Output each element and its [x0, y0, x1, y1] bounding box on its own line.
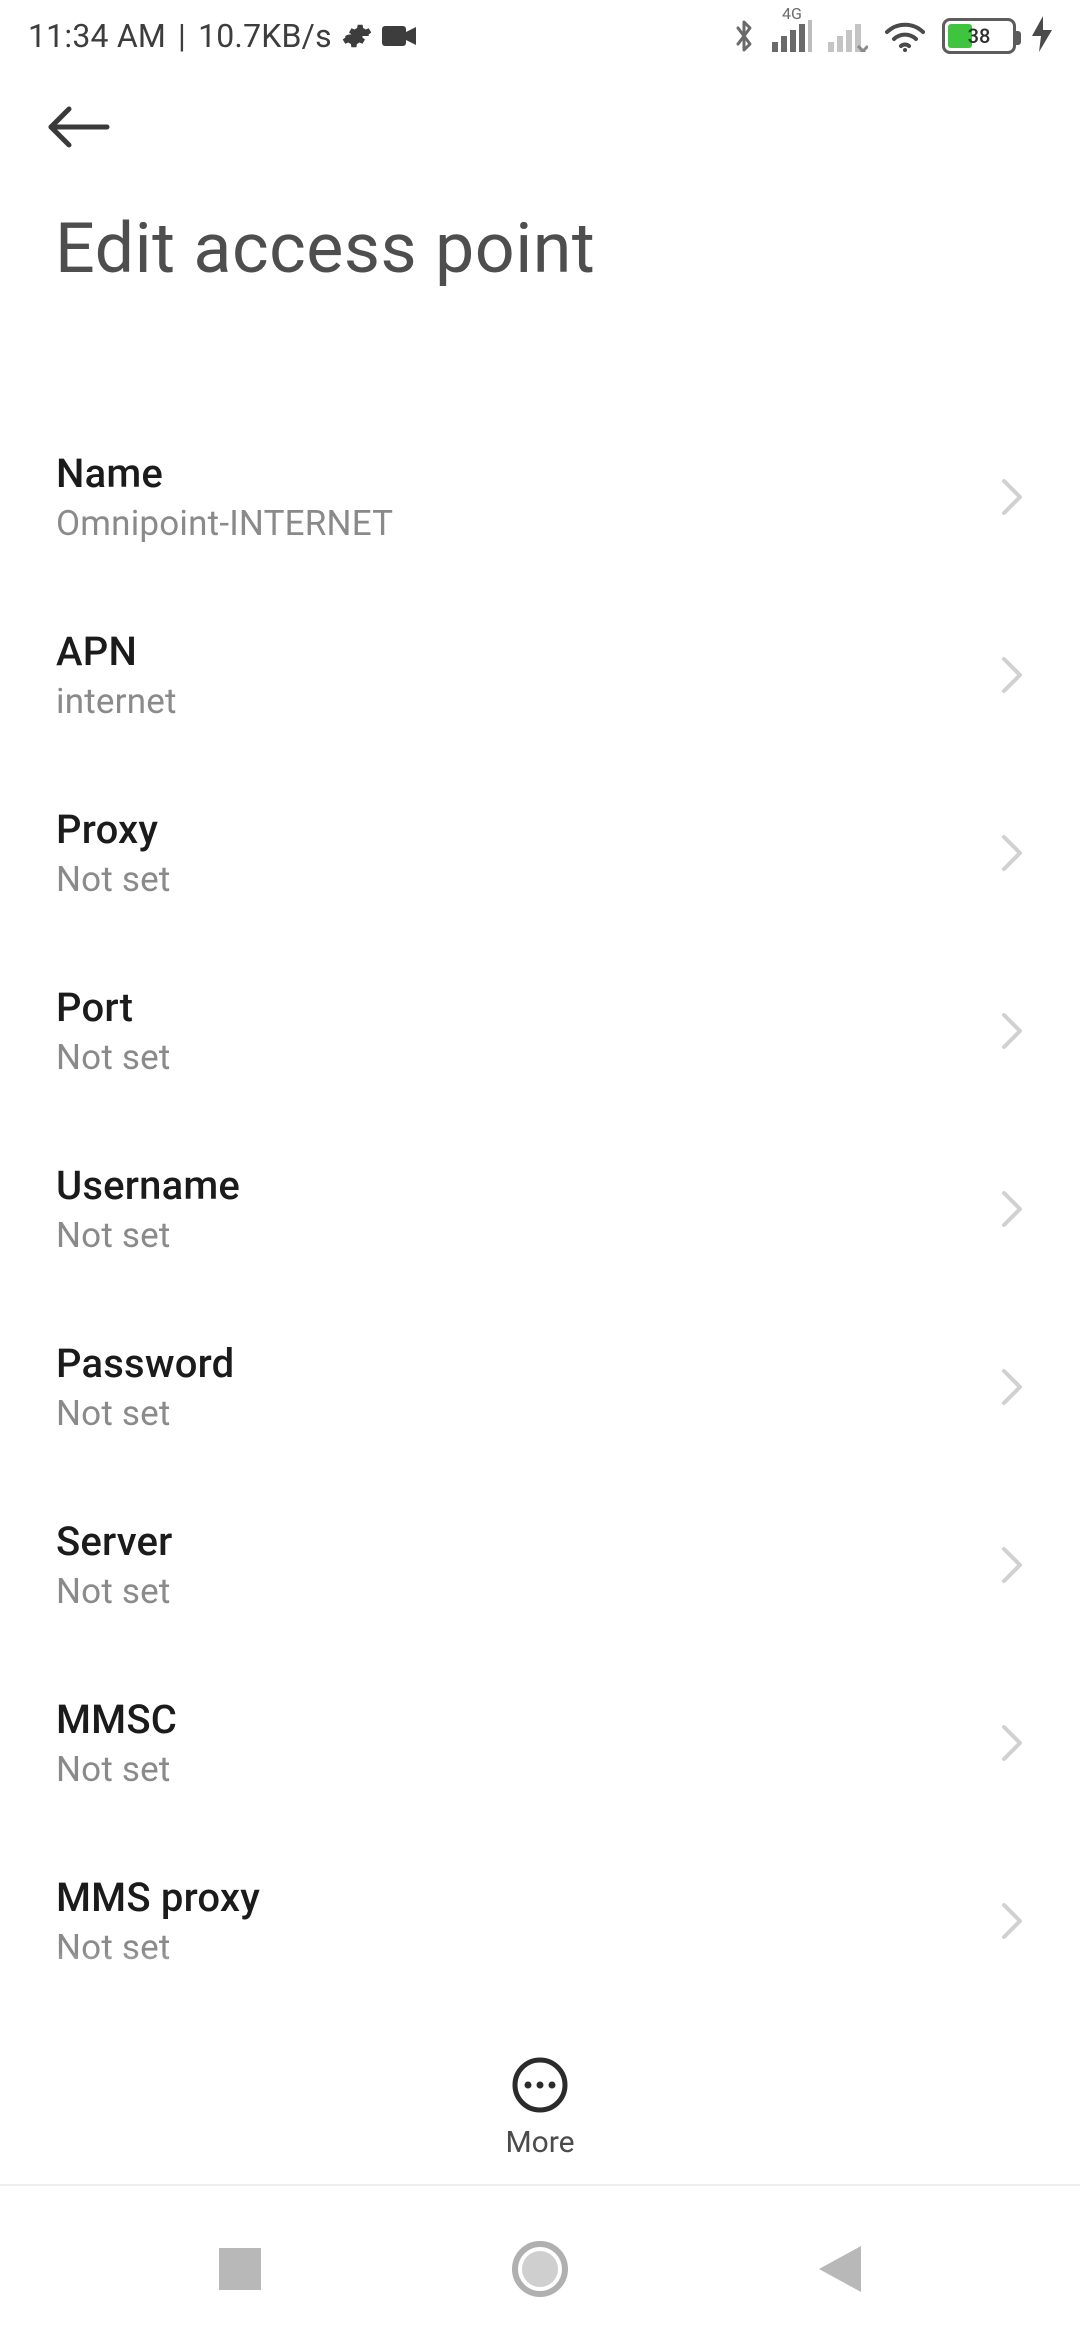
nav-home-button[interactable]: [440, 2241, 640, 2297]
setting-value: Omnipoint-INTERNET: [56, 503, 393, 544]
setting-label: APN: [56, 628, 177, 675]
back-arrow-icon: [45, 103, 111, 151]
setting-value: Not set: [56, 1749, 177, 1790]
signal-label: 4G: [782, 4, 802, 23]
status-separator: |: [178, 17, 186, 55]
setting-label: Username: [56, 1162, 240, 1209]
chevron-right-icon: [1000, 1367, 1024, 1407]
charging-icon: [1032, 16, 1052, 56]
setting-value: Not set: [56, 1037, 171, 1078]
setting-apn[interactable]: APN internet: [0, 586, 1080, 764]
setting-value: Not set: [56, 859, 171, 900]
signal-nosim-icon: [828, 20, 868, 52]
page-title: Edit access point: [0, 182, 1080, 290]
app-bar: [0, 72, 1080, 182]
status-right: 4G 38: [732, 16, 1052, 56]
signal-4g-icon: 4G: [772, 20, 812, 52]
setting-label: MMSC: [56, 1696, 177, 1743]
setting-value: Not set: [56, 1393, 234, 1434]
setting-value: Not set: [56, 1571, 173, 1612]
setting-port[interactable]: Port Not set: [0, 942, 1080, 1120]
setting-value: internet: [56, 681, 177, 722]
back-button[interactable]: [38, 87, 118, 167]
status-bar: 11:34 AM | 10.7KB/s 4G 38: [0, 0, 1080, 72]
more-label: More: [505, 2125, 574, 2160]
nav-back-button[interactable]: [740, 2246, 940, 2292]
setting-proxy[interactable]: Proxy Not set: [0, 764, 1080, 942]
setting-name[interactable]: Name Omnipoint-INTERNET: [0, 408, 1080, 586]
bluetooth-icon: [732, 17, 756, 55]
chevron-right-icon: [1000, 1545, 1024, 1585]
chevron-right-icon: [1000, 1011, 1024, 1051]
wifi-icon: [884, 20, 926, 52]
nav-recent-button[interactable]: [140, 2248, 340, 2290]
circle-icon: [512, 2241, 568, 2297]
setting-value: Not set: [56, 1215, 240, 1256]
chevron-right-icon: [1000, 477, 1024, 517]
setting-mmsc[interactable]: MMSC Not set: [0, 1654, 1080, 1832]
setting-username[interactable]: Username Not set: [0, 1120, 1080, 1298]
chevron-right-icon: [1000, 655, 1024, 695]
settings-list: Name Omnipoint-INTERNET APN internet Pro…: [0, 408, 1080, 2010]
setting-server[interactable]: Server Not set: [0, 1476, 1080, 1654]
chevron-right-icon: [1000, 1189, 1024, 1229]
navigation-bar: [0, 2198, 1080, 2340]
battery-percent: 38: [945, 24, 1013, 48]
chevron-right-icon: [1000, 833, 1024, 873]
chevron-right-icon: [1000, 1901, 1024, 1941]
chevron-right-icon: [1000, 1723, 1024, 1763]
square-icon: [219, 2248, 261, 2290]
setting-label: Password: [56, 1340, 234, 1387]
setting-label: Name: [56, 450, 393, 497]
more-icon: [512, 2057, 568, 2113]
status-left: 11:34 AM | 10.7KB/s: [28, 17, 416, 55]
setting-password[interactable]: Password Not set: [0, 1298, 1080, 1476]
setting-label: Proxy: [56, 806, 171, 853]
bottom-action-bar: More: [0, 1996, 1080, 2186]
setting-label: Server: [56, 1518, 173, 1565]
status-network-speed: 10.7KB/s: [198, 17, 332, 55]
setting-label: MMS proxy: [56, 1874, 260, 1921]
camera-icon: [382, 24, 416, 48]
setting-label: Port: [56, 984, 171, 1031]
more-button[interactable]: More: [505, 2057, 574, 2160]
battery-icon: 38: [942, 18, 1016, 54]
triangle-back-icon: [819, 2246, 861, 2292]
gear-icon: [342, 21, 372, 51]
status-time: 11:34 AM: [28, 17, 166, 55]
